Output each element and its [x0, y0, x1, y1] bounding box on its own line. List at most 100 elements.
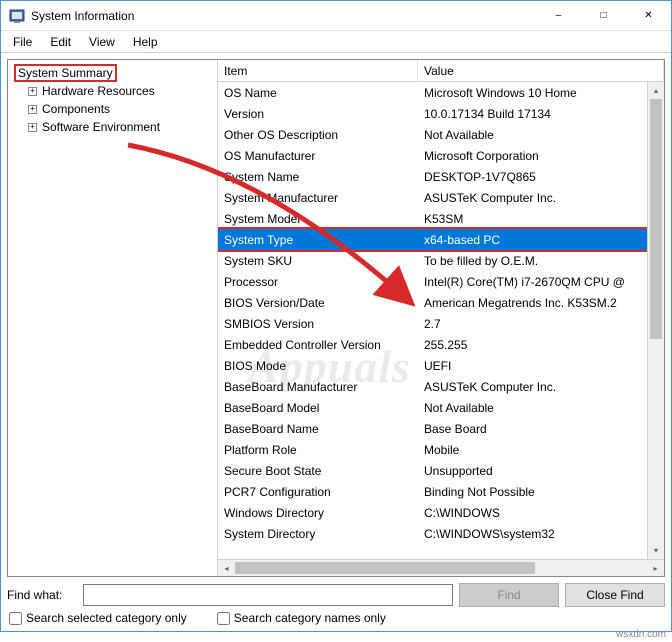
table-row[interactable]: System SKUTo be filled by O.E.M. [218, 250, 664, 271]
expand-icon[interactable]: + [28, 87, 37, 96]
table-row[interactable]: BaseBoard NameBase Board [218, 418, 664, 439]
cell-value: Microsoft Corporation [418, 149, 664, 163]
menu-view[interactable]: View [81, 33, 123, 51]
list-header: Item Value [218, 60, 664, 82]
cell-value: Base Board [418, 422, 664, 436]
scroll-up-icon[interactable]: ▴ [648, 82, 664, 99]
cell-item: Other OS Description [218, 128, 418, 142]
cell-value: Mobile [418, 443, 664, 457]
list-pane: Item Value OS NameMicrosoft Windows 10 H… [218, 60, 664, 576]
cell-value: K53SM [418, 212, 664, 226]
table-row[interactable]: System NameDESKTOP-1V7Q865 [218, 166, 664, 187]
table-row[interactable]: SMBIOS Version2.7 [218, 313, 664, 334]
table-row[interactable]: BIOS ModeUEFI [218, 355, 664, 376]
tree-pane: System Summary + Hardware Resources + Co… [8, 60, 218, 576]
cell-value: DESKTOP-1V7Q865 [418, 170, 664, 184]
find-label: Find what: [7, 588, 77, 602]
cell-item: Processor [218, 275, 418, 289]
cell-item: PCR7 Configuration [218, 485, 418, 499]
tree-item-label: Hardware Resources [42, 84, 155, 98]
table-row[interactable]: OS ManufacturerMicrosoft Corporation [218, 145, 664, 166]
cell-item: System Model [218, 212, 418, 226]
close-find-button[interactable]: Close Find [565, 583, 665, 607]
table-row[interactable]: PCR7 ConfigurationBinding Not Possible [218, 481, 664, 502]
table-row[interactable]: Windows DirectoryC:\WINDOWS [218, 502, 664, 523]
checkbox-input[interactable] [217, 612, 230, 625]
scroll-thumb[interactable] [650, 99, 662, 339]
cell-value: ASUSTeK Computer Inc. [418, 191, 664, 205]
menu-file[interactable]: File [5, 33, 40, 51]
scroll-down-icon[interactable]: ▾ [648, 542, 664, 559]
tree-child-hardware[interactable]: + Hardware Resources [26, 82, 213, 100]
table-row[interactable]: System ModelK53SM [218, 208, 664, 229]
cell-value: To be filled by O.E.M. [418, 254, 664, 268]
cell-value: C:\WINDOWS\system32 [418, 527, 664, 541]
search-names-checkbox[interactable]: Search category names only [217, 611, 386, 625]
minimize-button[interactable]: – [536, 1, 581, 30]
scroll-track-h[interactable] [235, 560, 647, 576]
cell-value: UEFI [418, 359, 664, 373]
cell-value: ASUSTeK Computer Inc. [418, 380, 664, 394]
col-header-item[interactable]: Item [218, 60, 418, 81]
find-button[interactable]: Find [459, 583, 559, 607]
table-row[interactable]: Embedded Controller Version255.255 [218, 334, 664, 355]
cell-item: BIOS Version/Date [218, 296, 418, 310]
cell-item: BIOS Mode [218, 359, 418, 373]
table-row[interactable]: BIOS Version/DateAmerican Megatrends Inc… [218, 292, 664, 313]
cell-item: BaseBoard Model [218, 401, 418, 415]
cell-value: Unsupported [418, 464, 664, 478]
cell-value: American Megatrends Inc. K53SM.2 [418, 296, 664, 310]
table-row[interactable]: BaseBoard ManufacturerASUSTeK Computer I… [218, 376, 664, 397]
cell-item: Platform Role [218, 443, 418, 457]
cell-value: C:\WINDOWS [418, 506, 664, 520]
vertical-scrollbar[interactable]: ▴ ▾ [647, 82, 664, 559]
table-row[interactable]: ProcessorIntel(R) Core(TM) i7-2670QM CPU… [218, 271, 664, 292]
tree-item-label: Components [42, 102, 110, 116]
list-body: OS NameMicrosoft Windows 10 HomeVersion1… [218, 82, 664, 559]
find-bar: Find what: Find Close Find Search select… [7, 583, 665, 625]
scroll-left-icon[interactable]: ◂ [218, 560, 235, 576]
find-input[interactable] [83, 584, 453, 606]
checkbox-input[interactable] [9, 612, 22, 625]
table-row[interactable]: System ManufacturerASUSTeK Computer Inc. [218, 187, 664, 208]
maximize-button[interactable]: □ [581, 1, 626, 30]
cell-item: OS Name [218, 86, 418, 100]
table-row[interactable]: OS NameMicrosoft Windows 10 Home [218, 82, 664, 103]
window-buttons: – □ ✕ [536, 1, 671, 30]
cell-item: System Directory [218, 527, 418, 541]
window-title: System Information [31, 9, 536, 23]
menu-edit[interactable]: Edit [42, 33, 79, 51]
table-row[interactable]: Version10.0.17134 Build 17134 [218, 103, 664, 124]
menu-help[interactable]: Help [125, 33, 166, 51]
search-selected-checkbox[interactable]: Search selected category only [9, 611, 187, 625]
table-row[interactable]: Secure Boot StateUnsupported [218, 460, 664, 481]
scroll-track[interactable] [648, 99, 664, 542]
cell-item: Windows Directory [218, 506, 418, 520]
tree-child-software[interactable]: + Software Environment [26, 118, 213, 136]
table-row[interactable]: System DirectoryC:\WINDOWS\system32 [218, 523, 664, 544]
cell-value: 2.7 [418, 317, 664, 331]
tree-child-components[interactable]: + Components [26, 100, 213, 118]
cell-item: System SKU [218, 254, 418, 268]
window: System Information – □ ✕ File Edit View … [0, 0, 672, 632]
tree-root[interactable]: System Summary [12, 64, 213, 82]
cell-item: BaseBoard Name [218, 422, 418, 436]
table-row[interactable]: System Typex64-based PC [218, 229, 664, 250]
table-row[interactable]: Platform RoleMobile [218, 439, 664, 460]
horizontal-scrollbar[interactable]: ◂ ▸ [218, 559, 664, 576]
cell-item: Secure Boot State [218, 464, 418, 478]
scroll-right-icon[interactable]: ▸ [647, 560, 664, 576]
expand-icon[interactable]: + [28, 123, 37, 132]
scroll-thumb-h[interactable] [235, 562, 535, 574]
expand-icon[interactable]: + [28, 105, 37, 114]
cell-value: Not Available [418, 128, 664, 142]
cell-value: Intel(R) Core(TM) i7-2670QM CPU @ [418, 275, 664, 289]
cell-value: 10.0.17134 Build 17134 [418, 107, 664, 121]
table-row[interactable]: Other OS DescriptionNot Available [218, 124, 664, 145]
checkbox-label: Search selected category only [26, 611, 187, 625]
table-row[interactable]: BaseBoard ModelNot Available [218, 397, 664, 418]
close-button[interactable]: ✕ [626, 1, 671, 30]
tree-item-label: Software Environment [42, 120, 160, 134]
col-header-value[interactable]: Value [418, 60, 664, 81]
titlebar: System Information – □ ✕ [1, 1, 671, 31]
